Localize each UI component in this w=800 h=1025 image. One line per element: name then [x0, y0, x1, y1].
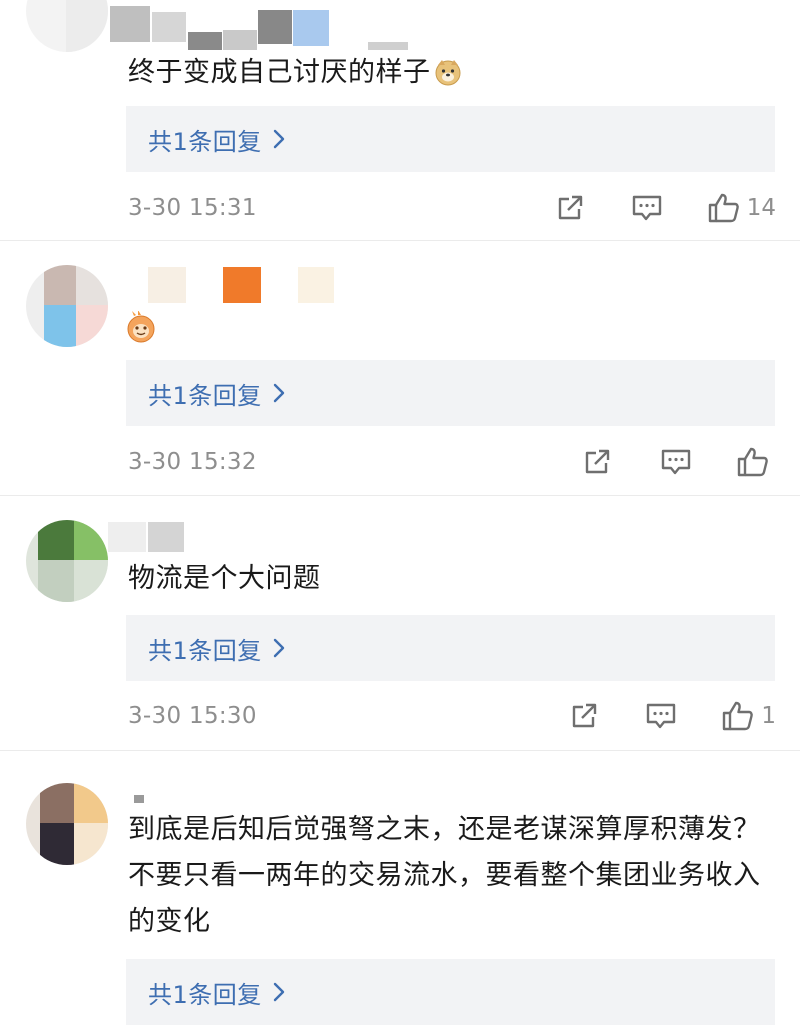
timestamp: 3-30 15:30 — [128, 703, 257, 729]
share-button[interactable] — [555, 193, 585, 223]
avatar[interactable] — [26, 265, 108, 347]
reply-count-button[interactable]: 共1条回复 — [126, 106, 775, 172]
chevron-right-icon — [270, 981, 288, 1003]
like-button[interactable]: 1 — [721, 700, 776, 732]
comment-actions: 14 — [555, 188, 776, 228]
avatar[interactable] — [26, 783, 108, 865]
comment-text: 终于变成自己讨厌的样子 — [128, 50, 760, 96]
comment-item: 终于变成自己讨厌的样子 共1条回复 3-30 15:31 14 — [0, 0, 800, 241]
comment-button[interactable] — [645, 701, 677, 731]
doge-emoji-icon — [433, 56, 463, 86]
timestamp: 3-30 15:31 — [128, 195, 257, 221]
username-blurred[interactable] — [110, 6, 428, 50]
share-icon — [555, 193, 585, 223]
share-icon — [569, 701, 599, 731]
like-icon — [721, 700, 755, 732]
comment-actions — [582, 442, 776, 482]
username-blurred[interactable] — [108, 522, 248, 558]
share-icon — [582, 447, 612, 477]
username-blurred[interactable] — [128, 267, 348, 303]
comment-item: 物流是个大问题 共1条回复 3-30 15:30 1 — [0, 496, 800, 751]
like-count: 1 — [761, 703, 776, 729]
comment-icon — [645, 701, 677, 731]
comment-actions: 1 — [569, 696, 776, 736]
reply-count-button[interactable]: 共1条回复 — [126, 615, 775, 681]
like-icon — [707, 192, 741, 224]
reply-count-label: 共1条回复 — [148, 636, 262, 665]
avatar[interactable] — [26, 0, 108, 52]
chevron-right-icon — [270, 128, 288, 150]
comment-button[interactable] — [631, 193, 663, 223]
comment-item: 到底是后知后觉强弩之末，还是老谋深算厚积薄发？不要只看一两年的交易流水，要看整个… — [0, 751, 800, 1025]
like-button[interactable]: 14 — [707, 192, 776, 224]
like-icon — [736, 446, 770, 478]
reply-count-button[interactable]: 共1条回复 — [126, 360, 775, 426]
comment-meta: 3-30 15:31 14 — [128, 188, 776, 228]
like-count: 14 — [746, 195, 776, 221]
share-button[interactable] — [569, 701, 599, 731]
share-button[interactable] — [582, 447, 612, 477]
timestamp: 3-30 15:32 — [128, 449, 257, 475]
reply-count-label: 共1条回复 — [148, 381, 262, 410]
comment-meta: 3-30 15:30 1 — [128, 696, 776, 736]
comment-text: 物流是个大问题 — [128, 556, 760, 602]
reply-count-label: 共1条回复 — [148, 127, 262, 156]
reply-count-button[interactable]: 共1条回复 — [126, 959, 775, 1025]
comment-text: 到底是后知后觉强弩之末，还是老谋深算厚积薄发？不要只看一两年的交易流水，要看整个… — [128, 807, 768, 945]
chevron-right-icon — [270, 637, 288, 659]
comment-text-content: 终于变成自己讨厌的样子 — [128, 57, 431, 88]
reply-count-label: 共1条回复 — [148, 980, 262, 1009]
comment-meta: 3-30 15:32 — [128, 442, 776, 482]
comment-text-content: 物流是个大问题 — [128, 563, 321, 594]
comment-text — [122, 305, 760, 351]
comment-item: 共1条回复 3-30 15:32 — [0, 241, 800, 496]
comment-icon — [660, 447, 692, 477]
comment-text-content: 到底是后知后觉强弩之末，还是老谋深算厚积薄发？不要只看一两年的交易流水，要看整个… — [128, 814, 761, 937]
orange-face-emoji-icon — [124, 309, 155, 342]
comment-button[interactable] — [660, 447, 692, 477]
like-button[interactable] — [736, 446, 776, 478]
comment-icon — [631, 193, 663, 223]
avatar[interactable] — [26, 520, 108, 602]
chevron-right-icon — [270, 382, 288, 404]
